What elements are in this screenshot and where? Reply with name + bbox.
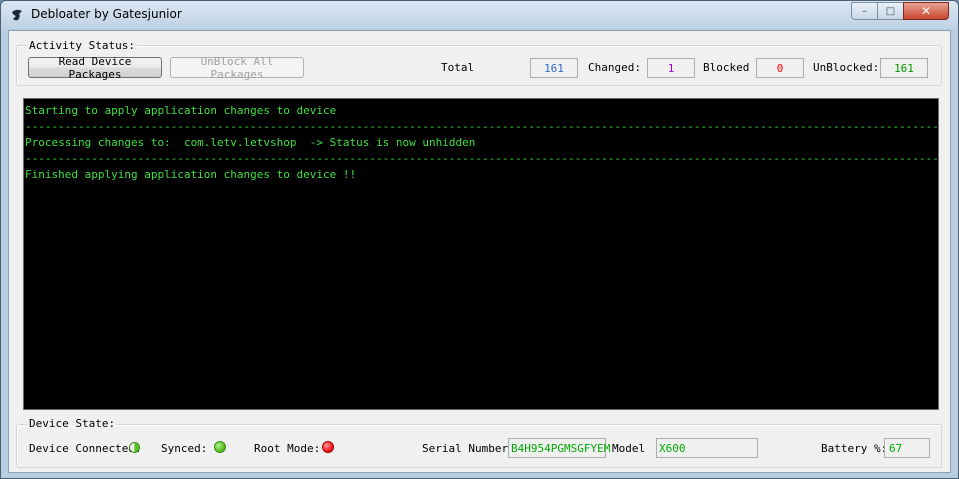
log-separator: ----------------------------------------… bbox=[25, 152, 939, 165]
app-window: Debloater by Gatesjunior – □ ✕ Activity … bbox=[0, 0, 959, 479]
battery-label: Battery %: bbox=[821, 442, 888, 455]
client-area: Activity Status: Read Device Packages Un… bbox=[8, 30, 951, 473]
model-field: X600 bbox=[656, 438, 758, 458]
red-dot-icon bbox=[322, 441, 334, 453]
serial-number-value: B4H954PGMSGFYEM bbox=[511, 441, 611, 455]
model-value: X600 bbox=[659, 441, 686, 455]
window-title: Debloater by Gatesjunior bbox=[31, 7, 182, 21]
half-green-dot-icon bbox=[129, 442, 140, 453]
minimize-button[interactable]: – bbox=[851, 2, 878, 20]
battery-value: 67 bbox=[889, 441, 903, 455]
blocked-count: 0 bbox=[776, 61, 784, 75]
log-line: Finished applying application changes to… bbox=[25, 168, 357, 181]
unblocked-count-field: 161 bbox=[880, 58, 928, 78]
close-icon: ✕ bbox=[920, 4, 932, 18]
serial-number-label: Serial Number: bbox=[422, 442, 515, 455]
title-bar[interactable]: Debloater by Gatesjunior – □ ✕ bbox=[1, 1, 958, 29]
serial-number-field: B4H954PGMSGFYEM bbox=[508, 438, 610, 458]
unblock-all-packages-button[interactable]: UnBlock All Packages bbox=[170, 55, 304, 81]
battery-field: 67 bbox=[884, 438, 930, 458]
read-device-packages-button[interactable]: Read Device Packages bbox=[28, 55, 162, 81]
log-console[interactable]: Starting to apply application changes to… bbox=[23, 98, 939, 410]
log-line: Processing changes to: com.letv.letvshop… bbox=[25, 136, 476, 149]
green-dot-icon bbox=[214, 441, 226, 453]
unblocked-label: UnBlocked: bbox=[813, 61, 880, 74]
log-line: Starting to apply application changes to… bbox=[25, 104, 337, 117]
activity-status-label: Activity Status: bbox=[27, 39, 137, 52]
device-connected-label: Device Connected: bbox=[29, 442, 142, 455]
changed-label: Changed: bbox=[588, 61, 641, 74]
synced-label: Synced: bbox=[161, 442, 208, 455]
total-label: Total bbox=[441, 61, 475, 74]
total-count: 161 bbox=[544, 61, 564, 75]
debloater-app-icon bbox=[12, 9, 22, 21]
blocked-label: Blocked bbox=[703, 61, 750, 74]
log-separator: ----------------------------------------… bbox=[25, 120, 939, 133]
model-label: Model bbox=[612, 442, 646, 455]
maximize-icon: □ bbox=[885, 5, 896, 17]
changed-count-field: 1 bbox=[647, 58, 695, 78]
changed-count: 1 bbox=[667, 61, 675, 75]
blocked-count-field: 0 bbox=[756, 58, 804, 78]
total-count-field: 161 bbox=[530, 58, 578, 78]
minimize-icon: – bbox=[862, 5, 867, 17]
maximize-button[interactable]: □ bbox=[877, 2, 904, 20]
close-button[interactable]: ✕ bbox=[903, 2, 949, 20]
device-state-label: Device State: bbox=[27, 417, 118, 430]
unblocked-count: 161 bbox=[894, 61, 914, 75]
root-mode-label: Root Mode: bbox=[254, 442, 321, 455]
